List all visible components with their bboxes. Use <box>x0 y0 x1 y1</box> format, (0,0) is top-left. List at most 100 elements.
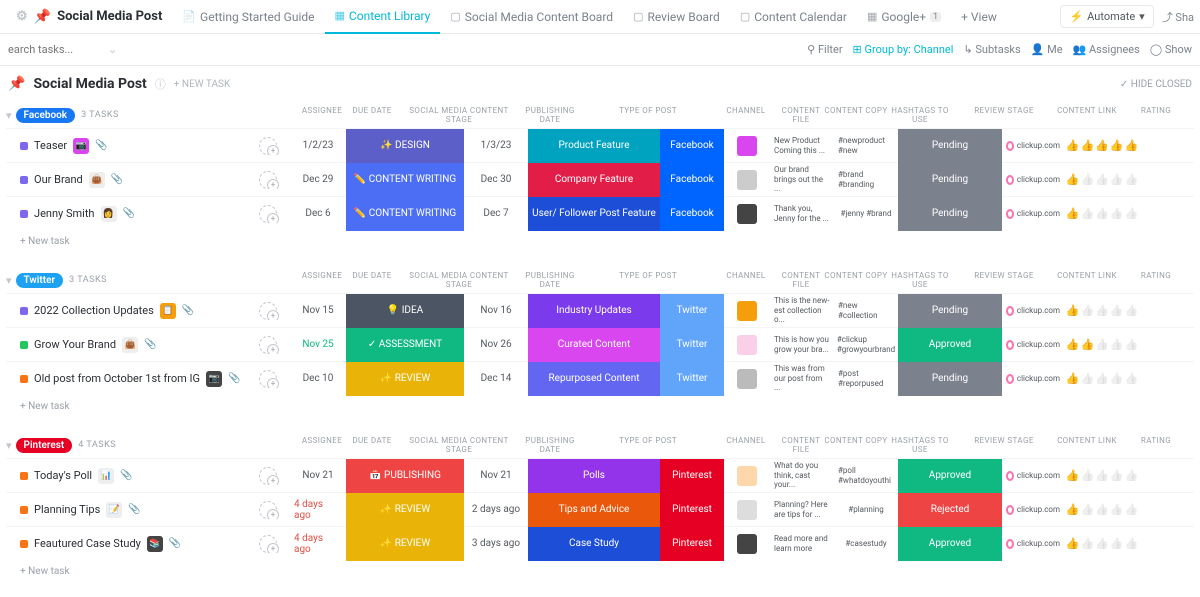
due-date-cell[interactable]: 4 days ago <box>290 533 346 555</box>
col-header[interactable]: HASHTAGS TO USE <box>888 436 952 454</box>
thumb-icon[interactable]: 👍 <box>1110 503 1124 516</box>
task-row[interactable]: Teaser 📷 📎 1/2/23 ✨ DESIGN 1/3/23 Produc… <box>6 128 1194 162</box>
thumb-icon[interactable]: 👍 <box>1095 338 1109 351</box>
rating-cell[interactable]: 👍👍👍👍👍 <box>1064 537 1140 550</box>
type-cell[interactable]: Company Feature <box>528 163 660 197</box>
channel-cell[interactable]: Facebook <box>660 163 724 197</box>
stage-cell[interactable]: ✨ DESIGN <box>346 129 464 163</box>
file-cell[interactable] <box>724 136 770 156</box>
stage-cell[interactable]: ✨ REVIEW <box>346 362 464 396</box>
stage-cell[interactable]: ✓ ASSESSMENT <box>346 328 464 362</box>
col-header[interactable]: CONTENT COPY <box>824 106 888 124</box>
copy-cell[interactable]: Our brand brings out the ... <box>770 165 834 194</box>
col-header[interactable]: SOCIAL MEDIA CONTENT STAGE <box>400 436 518 454</box>
attachment-icon[interactable]: 📎 <box>123 208 135 219</box>
rating-cell[interactable]: 👍👍👍👍👍 <box>1064 372 1140 385</box>
col-header[interactable]: CONTENT FILE <box>778 271 824 289</box>
file-cell[interactable] <box>724 466 770 486</box>
thumb-icon[interactable]: 👍 <box>1080 503 1094 516</box>
new-task-row[interactable]: + New task <box>6 395 1194 418</box>
groupby-button[interactable]: ⊞ Group by: Channel <box>853 43 954 56</box>
hashtag-cell[interactable]: #brand #branding <box>834 170 898 189</box>
channel-cell[interactable]: Twitter <box>660 294 724 328</box>
col-header[interactable]: HASHTAGS TO USE <box>888 106 952 124</box>
type-cell[interactable]: Polls <box>528 459 660 493</box>
search-input[interactable] <box>8 43 98 56</box>
col-header[interactable]: REVIEW STAGE <box>952 436 1056 454</box>
col-header[interactable]: DUE DATE <box>344 271 400 289</box>
assignee-cell[interactable] <box>246 467 290 485</box>
file-thumb[interactable] <box>737 369 757 389</box>
file-thumb[interactable] <box>737 136 757 156</box>
rating-cell[interactable]: 👍👍👍👍👍 <box>1064 338 1140 351</box>
due-date-cell[interactable]: Nov 15 <box>290 305 346 316</box>
thumb-icon[interactable]: 👍 <box>1080 139 1094 152</box>
publish-date-cell[interactable]: Nov 21 <box>464 470 528 481</box>
col-header[interactable]: HASHTAGS TO USE <box>888 271 952 289</box>
link-cell[interactable]: clickup.com <box>1002 505 1064 515</box>
thumb-icon[interactable]: 👍 <box>1095 139 1109 152</box>
due-date-cell[interactable]: Dec 10 <box>290 373 346 384</box>
status-bullet[interactable] <box>20 472 28 480</box>
col-header[interactable]: RATING <box>1118 271 1194 289</box>
col-header[interactable]: CHANNEL <box>714 436 778 454</box>
view-tab-review-board[interactable]: ▢Review Board <box>623 0 730 34</box>
type-cell[interactable]: Tips and Advice <box>528 493 660 527</box>
thumb-icon[interactable]: 👍 <box>1110 304 1124 317</box>
col-header[interactable]: CHANNEL <box>714 271 778 289</box>
filter-button[interactable]: ⚲ Filter <box>807 43 842 56</box>
file-thumb[interactable] <box>737 534 757 554</box>
copy-cell[interactable]: Planning? Here are tips for ... <box>770 500 834 519</box>
task-row[interactable]: Planning Tips 📝 📎 4 days ago ✨ REVIEW 2 … <box>6 492 1194 526</box>
file-thumb[interactable] <box>737 204 757 224</box>
type-cell[interactable]: Repurposed Content <box>528 362 660 396</box>
file-cell[interactable] <box>724 301 770 321</box>
publish-date-cell[interactable]: Nov 26 <box>464 339 528 350</box>
col-header[interactable]: ASSIGNEE <box>300 271 344 289</box>
col-header[interactable]: CONTENT COPY <box>824 271 888 289</box>
hashtag-cell[interactable]: #newproduct #new <box>834 136 898 155</box>
copy-cell[interactable]: This is how you grow your bra... <box>770 335 834 354</box>
task-title-cell[interactable]: Today's Poll 📊 📎 <box>6 468 246 484</box>
channel-cell[interactable]: Pinterest <box>660 459 724 493</box>
hashtag-cell[interactable]: #poll #whatdoyouthi <box>834 466 898 485</box>
hashtag-cell[interactable]: #planning <box>834 505 898 515</box>
assignee-cell[interactable] <box>246 302 290 320</box>
col-header[interactable]: RATING <box>1118 436 1194 454</box>
link-cell[interactable]: clickup.com <box>1002 471 1064 481</box>
attachment-icon[interactable]: 📎 <box>111 174 123 185</box>
publish-date-cell[interactable]: Dec 7 <box>464 208 528 219</box>
copy-cell[interactable]: Read more and learn more <box>770 534 834 553</box>
task-title-cell[interactable]: Our Brand 👜 📎 <box>6 172 246 188</box>
new-task-row[interactable]: + New task <box>6 560 1194 583</box>
channel-cell[interactable]: Pinterest <box>660 527 724 561</box>
thumb-icon[interactable]: 👍 <box>1066 338 1080 351</box>
subtasks-button[interactable]: ↳ Subtasks <box>963 43 1020 56</box>
publish-date-cell[interactable]: 3 days ago <box>464 538 528 549</box>
status-bullet[interactable] <box>20 176 28 184</box>
new-task-button[interactable]: + NEW TASK <box>174 79 230 90</box>
status-bullet[interactable] <box>20 210 28 218</box>
col-header[interactable]: CONTENT FILE <box>778 106 824 124</box>
view-tab-google+[interactable]: ▦Google+ 1 <box>857 0 951 34</box>
thumb-icon[interactable]: 👍 <box>1110 139 1124 152</box>
file-cell[interactable] <box>724 534 770 554</box>
col-header[interactable]: SOCIAL MEDIA CONTENT STAGE <box>400 271 518 289</box>
link-cell[interactable]: clickup.com <box>1002 539 1064 549</box>
add-assignee-icon[interactable] <box>259 370 277 388</box>
collapse-icon[interactable]: ▾ <box>6 274 12 287</box>
thumb-icon[interactable]: 👍 <box>1080 304 1094 317</box>
channel-cell[interactable]: Pinterest <box>660 493 724 527</box>
col-header[interactable]: REVIEW STAGE <box>952 106 1056 124</box>
type-cell[interactable]: Curated Content <box>528 328 660 362</box>
thumb-icon[interactable]: 👍 <box>1080 207 1094 220</box>
collapse-icon[interactable]: ▾ <box>6 439 12 452</box>
hide-closed-toggle[interactable]: ✓ HIDE CLOSED <box>1120 79 1192 90</box>
group-chip[interactable]: Pinterest <box>16 438 73 453</box>
view-tab-content-calendar[interactable]: ▢Content Calendar <box>730 0 857 34</box>
file-thumb[interactable] <box>737 466 757 486</box>
channel-cell[interactable]: Facebook <box>660 129 724 163</box>
status-bullet[interactable] <box>20 540 28 548</box>
status-bullet[interactable] <box>20 142 28 150</box>
stage-cell[interactable]: ✏️ CONTENT WRITING <box>346 163 464 197</box>
